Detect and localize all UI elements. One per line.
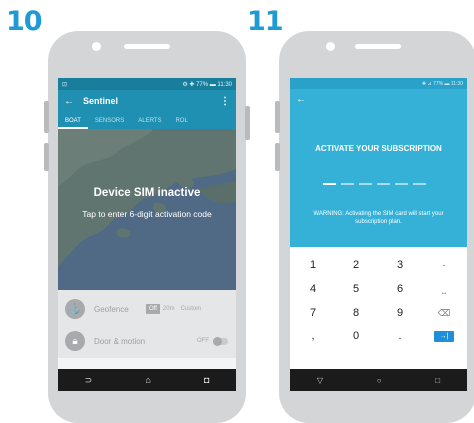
door-motion-toggle[interactable] <box>213 336 228 346</box>
tab-bar: BOAT SENSORS ALERTS ROL <box>58 112 236 129</box>
key-5[interactable]: 5 <box>336 283 376 295</box>
phone-device-2: ✚ ⊿ 77% ▬ 11:30 ← ACTIVATE YOUR SUBSCRIP… <box>275 31 474 423</box>
code-digit-4 <box>377 183 390 185</box>
geofence-segmented-control: Off 20m Custom <box>146 304 204 314</box>
status-bar: ✚ ⊿ 77% ▬ 11:30 <box>290 78 467 89</box>
door-motion-label: Door & motion <box>94 336 146 346</box>
recents-nav-icon[interactable]: □ <box>435 376 440 385</box>
side-button-right <box>245 106 250 140</box>
sim-inactive-title: Device SIM inactive <box>93 187 201 199</box>
app-bar: ← Sentinel ⋮ <box>58 90 236 112</box>
back-arrow-icon[interactable]: ← <box>290 89 467 111</box>
phone-device-1: ⊡ ⚙ ✚ 77% ▬ 11:30 ← Sentinel ⋮ BOAT SENS… <box>44 31 250 423</box>
home-nav-icon[interactable]: ⌂ <box>145 375 150 385</box>
key-1[interactable]: 1 <box>293 259 333 271</box>
code-entry-field[interactable] <box>323 183 431 185</box>
screen-sentinel: ⊡ ⚙ ✚ 77% ▬ 11:30 ← Sentinel ⋮ BOAT SENS… <box>58 78 236 391</box>
tab-sensors[interactable]: SENSORS <box>88 118 131 129</box>
code-digit-3 <box>359 183 372 185</box>
tab-rol[interactable]: ROL <box>168 118 194 129</box>
activation-header: ✚ ⊿ 77% ▬ 11:30 ← ACTIVATE YOUR SUBSCRIP… <box>290 78 467 247</box>
backspace-key-icon[interactable]: ⌫ <box>424 308 464 319</box>
key-9[interactable]: 9 <box>380 307 420 319</box>
next-key-icon[interactable]: →| <box>434 331 454 342</box>
key-3[interactable]: 3 <box>380 259 420 271</box>
geofence-row: ⚓ Geofence Off 20m Custom <box>58 294 236 324</box>
key-0[interactable]: 0 <box>336 330 376 342</box>
overflow-menu-icon[interactable]: ⋮ <box>220 96 230 107</box>
step-number-11: 11 <box>247 6 284 37</box>
geofence-label: Geofence <box>94 304 129 314</box>
app-title: Sentinel <box>83 96 119 106</box>
space-key-icon[interactable]: ⎵ <box>424 284 464 295</box>
notification-icon: ⊡ <box>62 81 68 88</box>
map-view[interactable]: Device SIM inactive Tap to enter 6-digit… <box>58 129 236 290</box>
key-6[interactable]: 6 <box>380 283 420 295</box>
back-nav-icon[interactable]: ⊃ <box>85 375 93 386</box>
system-nav-bar: ⊃ ⌂ ◘ <box>58 369 236 391</box>
screen-activation: ✚ ⊿ 77% ▬ 11:30 ← ACTIVATE YOUR SUBSCRIP… <box>290 78 467 391</box>
volume-button <box>44 101 49 133</box>
front-camera <box>92 42 101 51</box>
status-bar: ⊡ ⚙ ✚ 77% ▬ 11:30 <box>58 78 236 90</box>
tab-boat[interactable]: BOAT <box>58 118 88 129</box>
step-number-10: 10 <box>6 6 43 37</box>
front-camera <box>326 42 335 51</box>
back-arrow-icon[interactable]: ← <box>64 96 74 107</box>
recents-nav-icon[interactable]: ◘ <box>204 375 209 385</box>
volume-button <box>275 101 280 133</box>
door-motion-row: 🔒︎ Door & motion OFF <box>58 326 236 356</box>
code-digit-1 <box>323 183 336 185</box>
key-comma[interactable]: , <box>293 330 333 342</box>
key-4[interactable]: 4 <box>293 283 333 295</box>
settings-panel: ⚓ Geofence Off 20m Custom 🔒︎ Door & moti… <box>58 290 236 358</box>
activation-title: ACTIVATE YOUR SUBSCRIPTION <box>315 144 442 153</box>
door-motion-state: OFF <box>197 338 209 344</box>
code-digit-5 <box>395 183 408 185</box>
anchor-icon: ⚓ <box>65 299 85 319</box>
activation-prompt[interactable]: Tap to enter 6-digit activation code <box>68 209 226 220</box>
phone-speaker <box>354 44 401 49</box>
power-button <box>275 143 280 171</box>
geofence-option-off[interactable]: Off <box>146 304 160 314</box>
key-period[interactable]: . <box>380 330 420 342</box>
power-button <box>44 143 49 171</box>
status-indicators: ⚙ ✚ 77% ▬ 11:30 <box>182 81 232 88</box>
geofence-option-20m[interactable]: 20m <box>160 304 178 314</box>
warning-text: WARNING: Activating the SIM card will st… <box>313 211 444 225</box>
back-nav-icon[interactable]: ▽ <box>317 376 323 385</box>
phone-speaker <box>124 44 170 49</box>
tab-alerts[interactable]: ALERTS <box>131 118 168 129</box>
code-digit-6 <box>413 183 426 185</box>
key-8[interactable]: 8 <box>336 307 376 319</box>
key-dash[interactable]: - <box>424 260 464 270</box>
geofence-option-custom[interactable]: Custom <box>178 304 205 314</box>
key-7[interactable]: 7 <box>293 307 333 319</box>
system-nav-bar: ▽ ○ □ <box>290 369 467 391</box>
numeric-keypad: 1 2 3 - 4 5 6 ⎵ 7 8 9 ⌫ , 0 . →| <box>290 247 467 369</box>
lock-icon: 🔒︎ <box>65 331 85 351</box>
home-nav-icon[interactable]: ○ <box>377 376 382 385</box>
key-2[interactable]: 2 <box>336 259 376 271</box>
code-digit-2 <box>341 183 354 185</box>
